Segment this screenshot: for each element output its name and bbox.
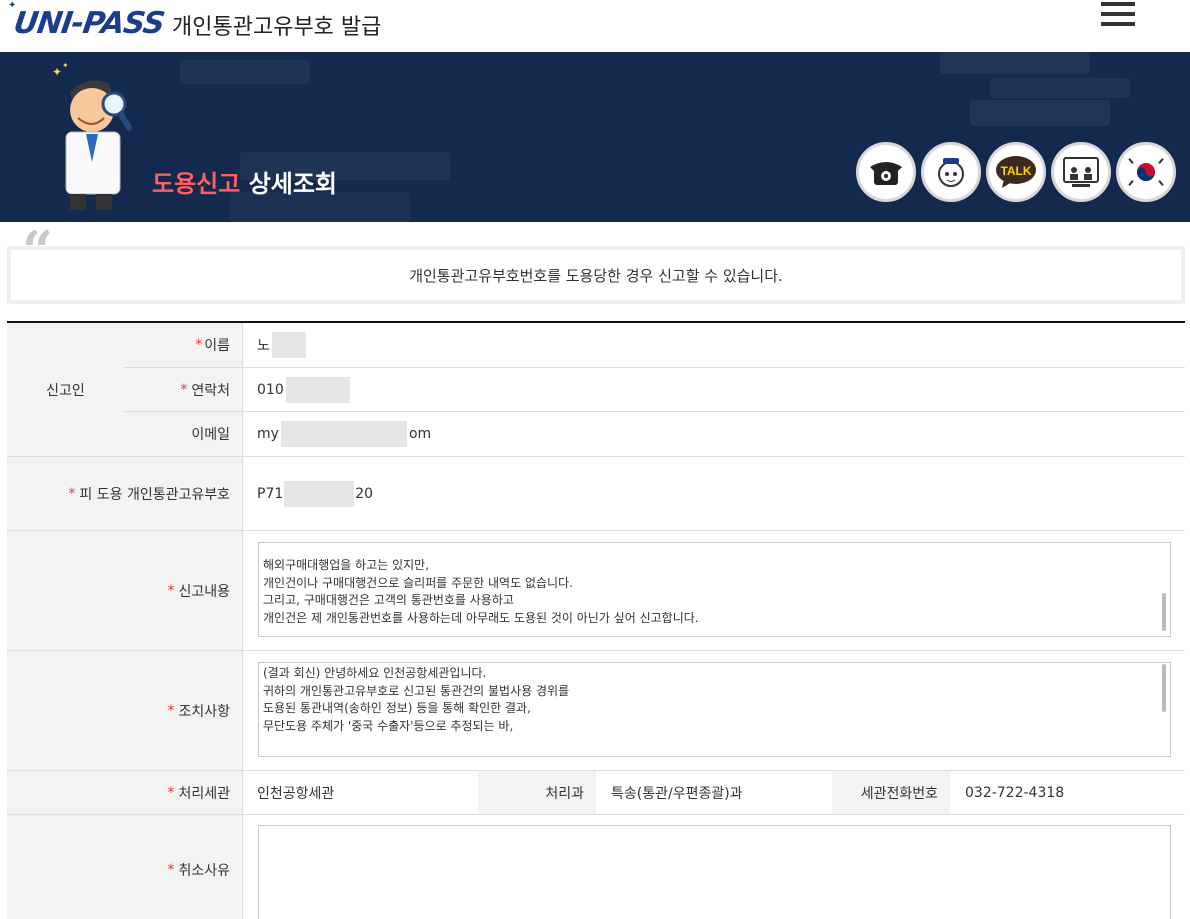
- remote-support-icon[interactable]: [1051, 142, 1111, 202]
- phone-value: 032-722-4318: [965, 784, 1065, 801]
- customs-office-label: * 처리세관: [7, 771, 242, 814]
- action-row: * 조치사항 (결과 회신) 안녕하세요 인천공항세관입니다. 귀하의 개인통관고…: [7, 651, 1185, 771]
- reporter-group-label: 신고인: [7, 323, 124, 457]
- name-label: * 이름: [124, 323, 242, 367]
- name-row: * 이름 노: [124, 323, 1185, 368]
- notice-text: 개인통관고유부호번호를 도용당한 경우 신고할 수 있습니다.: [409, 266, 783, 285]
- cancel-reason-textarea[interactable]: [258, 825, 1171, 919]
- action-label: * 조치사항: [7, 651, 242, 770]
- uni-pass-logo[interactable]: ✦ UNI-PASS: [8, 0, 166, 41]
- site-title: 개인통관고유부호 발급: [172, 15, 382, 40]
- contact-value: 010: [242, 368, 1185, 411]
- government-emblem-icon[interactable]: [1116, 142, 1176, 202]
- name-value: 노: [242, 323, 1185, 367]
- notice-box: 개인통관고유부호번호를 도용당한 경우 신고할 수 있습니다.: [7, 246, 1185, 304]
- report-detail-table: 신고인 * 이름 노 * 연락처 010 이메일 my om * 피 도용 개인통관고유…: [7, 321, 1185, 919]
- phone-label: 세관전화번호: [832, 771, 950, 814]
- cancel-reason-row: * 취소사유: [7, 815, 1185, 919]
- mascot-magnifier-illustration: ✦ ✦: [52, 62, 132, 210]
- action-textarea[interactable]: (결과 회신) 안녕하세요 인천공항세관입니다. 귀하의 개인통관고유부호로 신…: [258, 662, 1171, 757]
- redacted-mask: [280, 421, 407, 447]
- email-label: 이메일: [124, 412, 242, 456]
- scrollbar-thumb[interactable]: [1162, 593, 1166, 631]
- contact-row: * 연락처 010: [124, 368, 1185, 412]
- email-value: my om: [242, 412, 1185, 456]
- quick-service-icons: TALK: [856, 142, 1176, 202]
- page-title: 도용신고 상세조회: [152, 170, 338, 198]
- report-content-textarea[interactable]: 해외구매대행업을 하고는 있지만, 개인건이나 구매대행건으로 슬리퍼를 주문한…: [258, 542, 1171, 637]
- office-row: * 처리세관 인천공항세관 처리과 특송(통관/우편종괄)과 세관전화번호 032…: [7, 771, 1185, 815]
- redacted-mask: [285, 376, 350, 403]
- department-value: 특송(통관/우편종괄)과: [611, 785, 743, 802]
- department-label: 처리과: [478, 771, 596, 814]
- email-row: 이메일 my om: [124, 412, 1185, 457]
- redacted-mask: [284, 480, 355, 507]
- chatbot-icon[interactable]: [921, 142, 981, 202]
- svg-text:✦: ✦: [52, 65, 62, 79]
- phone-icon[interactable]: [856, 142, 916, 202]
- contact-label: * 연락처: [124, 368, 242, 411]
- svg-text:✦: ✦: [62, 62, 69, 70]
- victim-code-row: * 피 도용 개인통관고유부호 P71 20: [7, 457, 1185, 531]
- top-header: ✦ UNI-PASS 개인통관고유부호 발급: [0, 0, 1190, 52]
- redacted-mask: [271, 332, 306, 358]
- customs-office-value: 인천공항세관: [257, 785, 335, 802]
- svg-text:TALK: TALK: [1000, 164, 1031, 178]
- scrollbar-thumb[interactable]: [1162, 664, 1166, 712]
- report-content-label: * 신고내용: [7, 531, 242, 650]
- victim-code-value: P71 20: [242, 457, 1185, 530]
- cancel-reason-label: * 취소사유: [7, 815, 242, 919]
- page-banner: ✦ ✦ 도용신고 상세조회 TALK: [0, 52, 1190, 222]
- hamburger-icon[interactable]: [1101, 2, 1135, 26]
- kakao-talk-icon[interactable]: TALK: [986, 142, 1046, 202]
- victim-code-label: * 피 도용 개인통관고유부호: [7, 457, 242, 530]
- report-content-row: * 신고내용 해외구매대행업을 하고는 있지만, 개인건이나 구매대행건으로 슬리…: [7, 531, 1185, 651]
